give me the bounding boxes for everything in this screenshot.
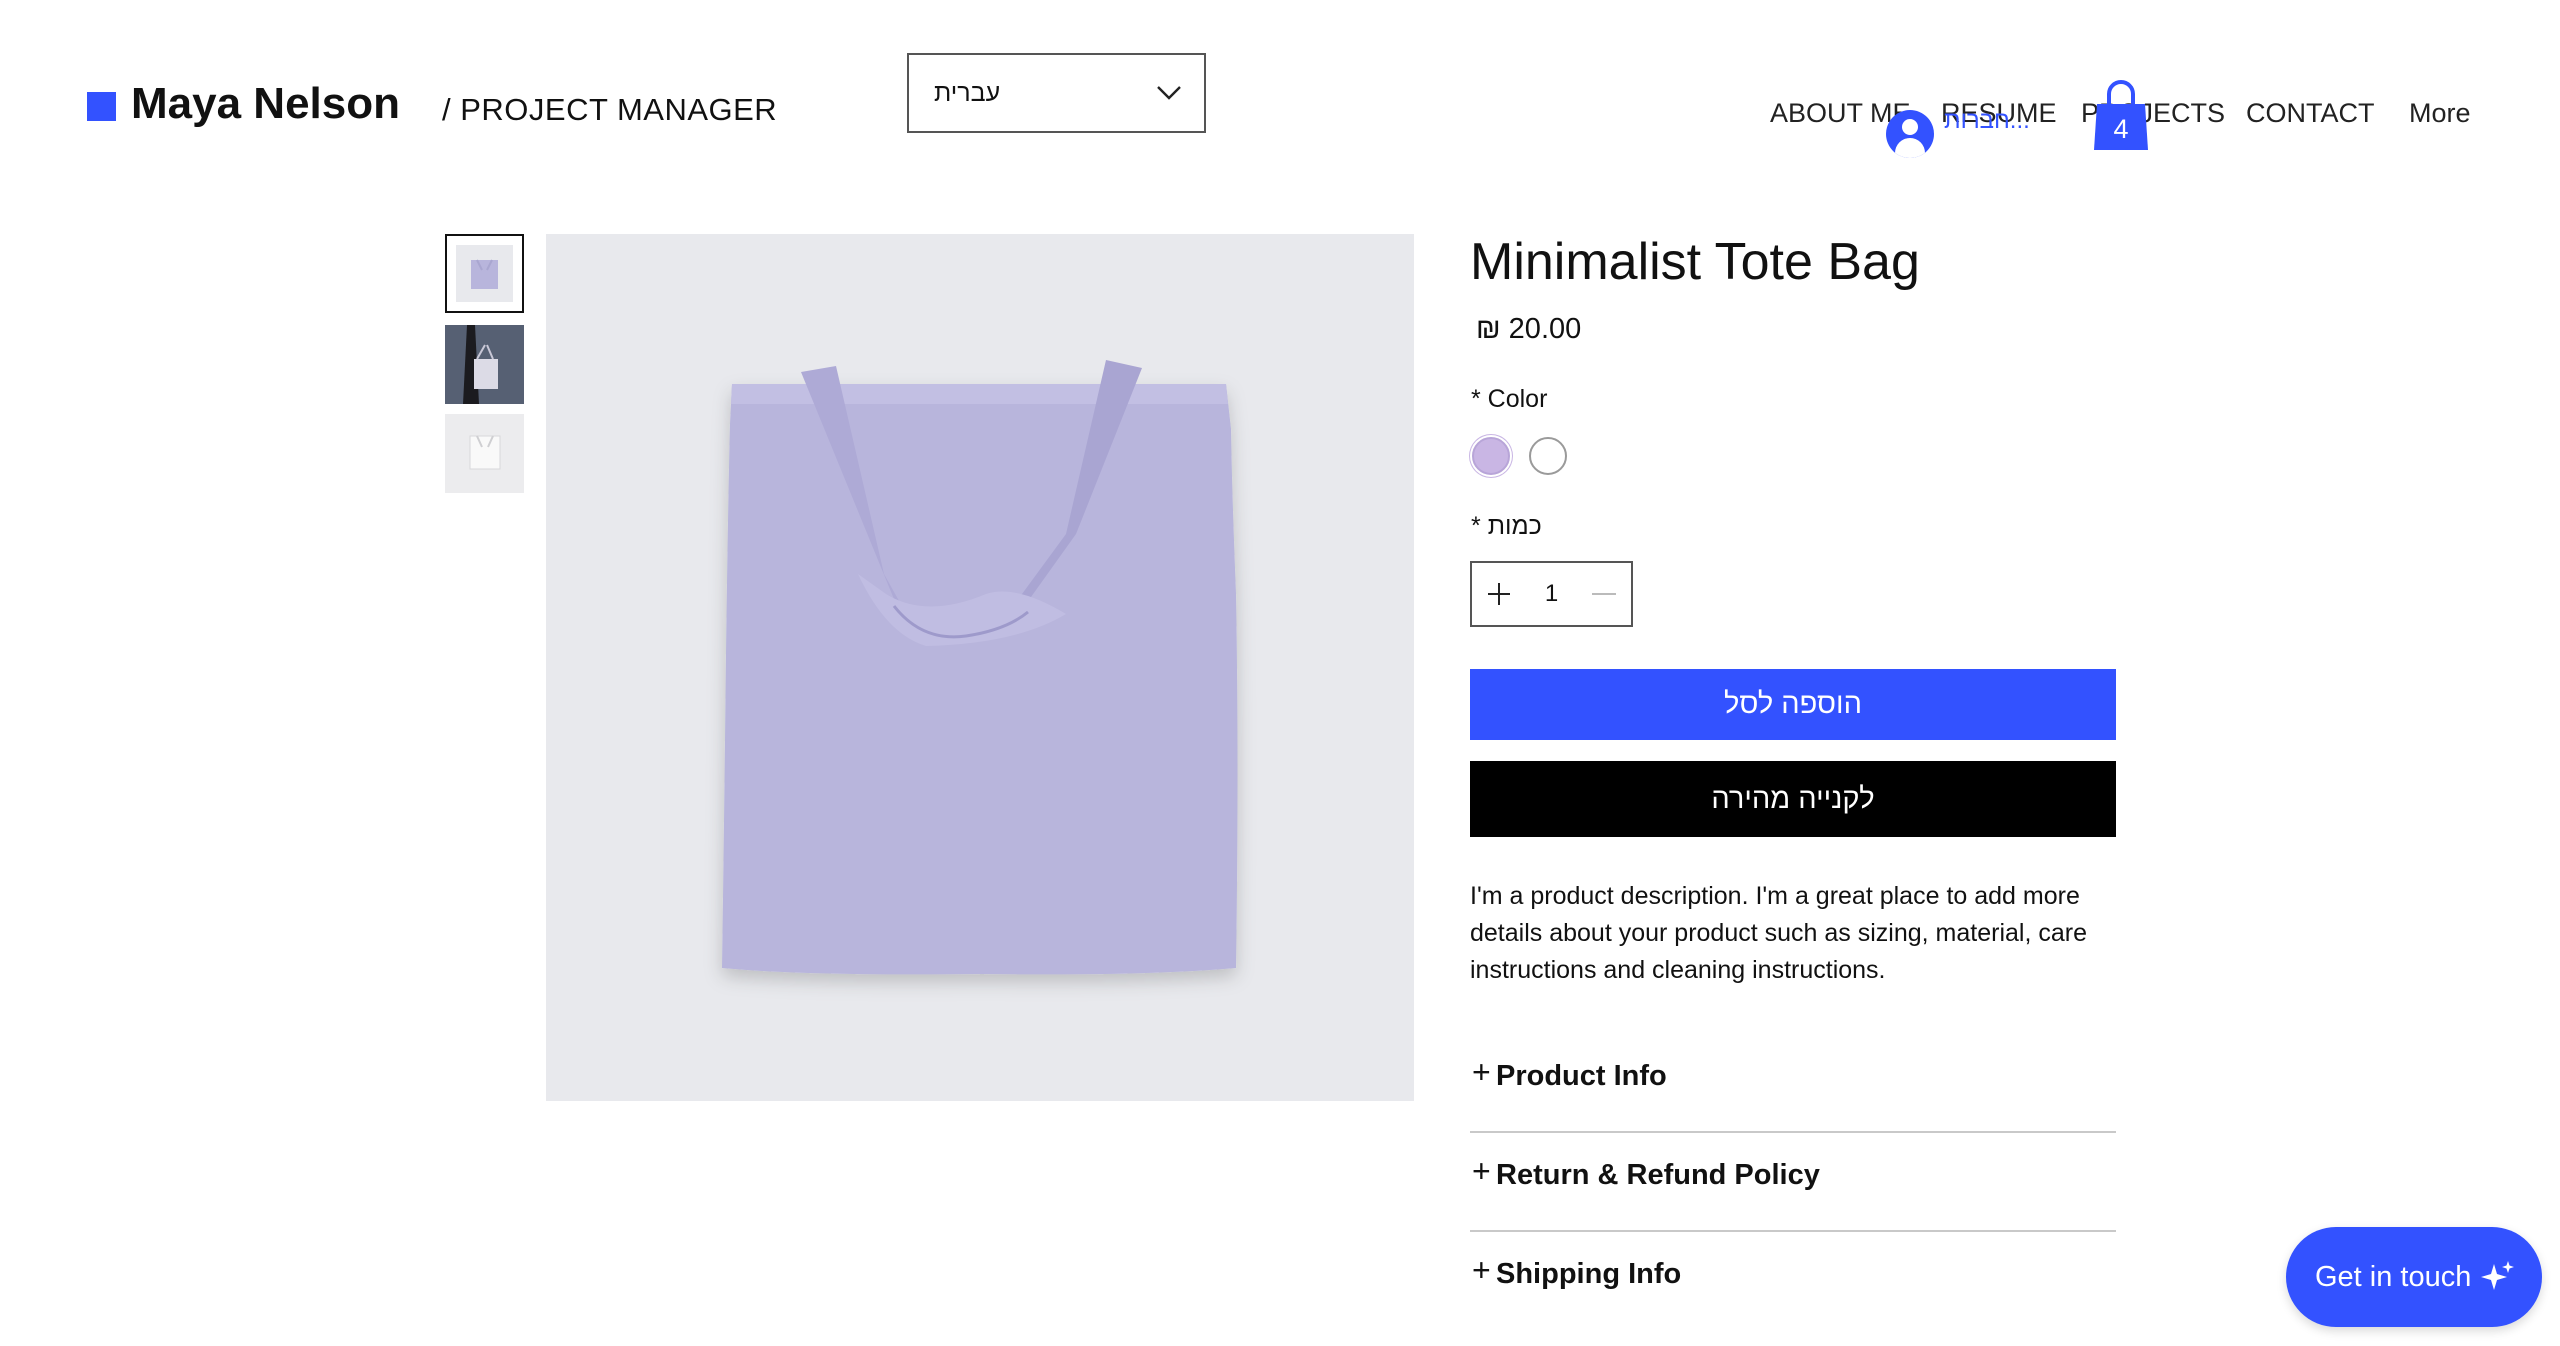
white-tote-thumb (469, 435, 501, 470)
buy-now-button[interactable]: לקנייה מהירה (1470, 761, 2116, 837)
plus-icon: + (1472, 1054, 1491, 1090)
increment-button[interactable] (1472, 563, 1526, 625)
language-value: עברית (934, 78, 1001, 107)
thumbnail-model[interactable] (445, 325, 524, 404)
thumbnail-white[interactable] (445, 414, 524, 493)
site-name[interactable]: Maya Nelson (131, 76, 400, 132)
login-button[interactable]: חברות... (1886, 107, 2030, 158)
color-swatch-white[interactable] (1529, 437, 1567, 475)
product-description: I'm a product description. I'm a great p… (1470, 882, 2087, 984)
accordion-title: Product Info (1496, 1060, 1667, 1092)
sparkle-icon (2481, 1261, 2514, 1290)
user-avatar-icon (1886, 110, 1934, 158)
cart-button[interactable]: 4 (2092, 76, 2150, 152)
tote-bag-image (722, 360, 1238, 975)
color-label: * Color (1471, 385, 1548, 413)
nav-more[interactable]: More (2409, 96, 2471, 130)
accordion-return-refund[interactable]: + Return & Refund Policy (1470, 1141, 2116, 1239)
plus-icon: + (1472, 1252, 1491, 1288)
language-select[interactable]: עברית (907, 53, 1206, 133)
chevron-down-icon (1157, 86, 1181, 100)
login-label: חברות... (1944, 107, 2030, 134)
thumbnail-lavender[interactable] (445, 234, 524, 313)
divider (1470, 1131, 2116, 1133)
divider (1470, 1230, 2116, 1232)
accordion-title: Return & Refund Policy (1496, 1159, 1820, 1191)
plus-icon: + (1472, 1153, 1491, 1189)
minus-icon (1592, 593, 1616, 595)
product-main-image[interactable] (546, 234, 1414, 1101)
nav-contact[interactable]: CONTACT (2246, 96, 2375, 130)
quantity-label: * כמות (1471, 512, 1542, 540)
cart-count: 4 (2113, 114, 2129, 144)
decrement-button[interactable] (1577, 563, 1631, 625)
accordion-title: Shipping Info (1496, 1258, 1682, 1290)
quantity-value[interactable]: 1 (1526, 580, 1577, 608)
get-in-touch-button[interactable]: Get in touch (2286, 1227, 2542, 1327)
model-tote-thumb (445, 325, 524, 404)
accordion-product-info[interactable]: + Product Info (1470, 1042, 2116, 1140)
plus-icon (1488, 583, 1510, 605)
product-title: Minimalist Tote Bag (1470, 233, 1920, 291)
product-price: ₪ 20.00 (1476, 313, 1582, 345)
add-to-cart-button[interactable]: הוספה לסל (1470, 669, 2116, 740)
tote-bag-thumb (471, 259, 498, 289)
accordion-shipping-info[interactable]: + Shipping Info (1470, 1240, 2116, 1338)
color-swatch-lavender[interactable] (1472, 437, 1510, 475)
quantity-stepper[interactable]: 1 (1470, 561, 1633, 627)
logo-square[interactable] (87, 92, 116, 121)
chat-label: Get in touch (2315, 1260, 2472, 1293)
site-role: / PROJECT MANAGER (442, 92, 778, 127)
